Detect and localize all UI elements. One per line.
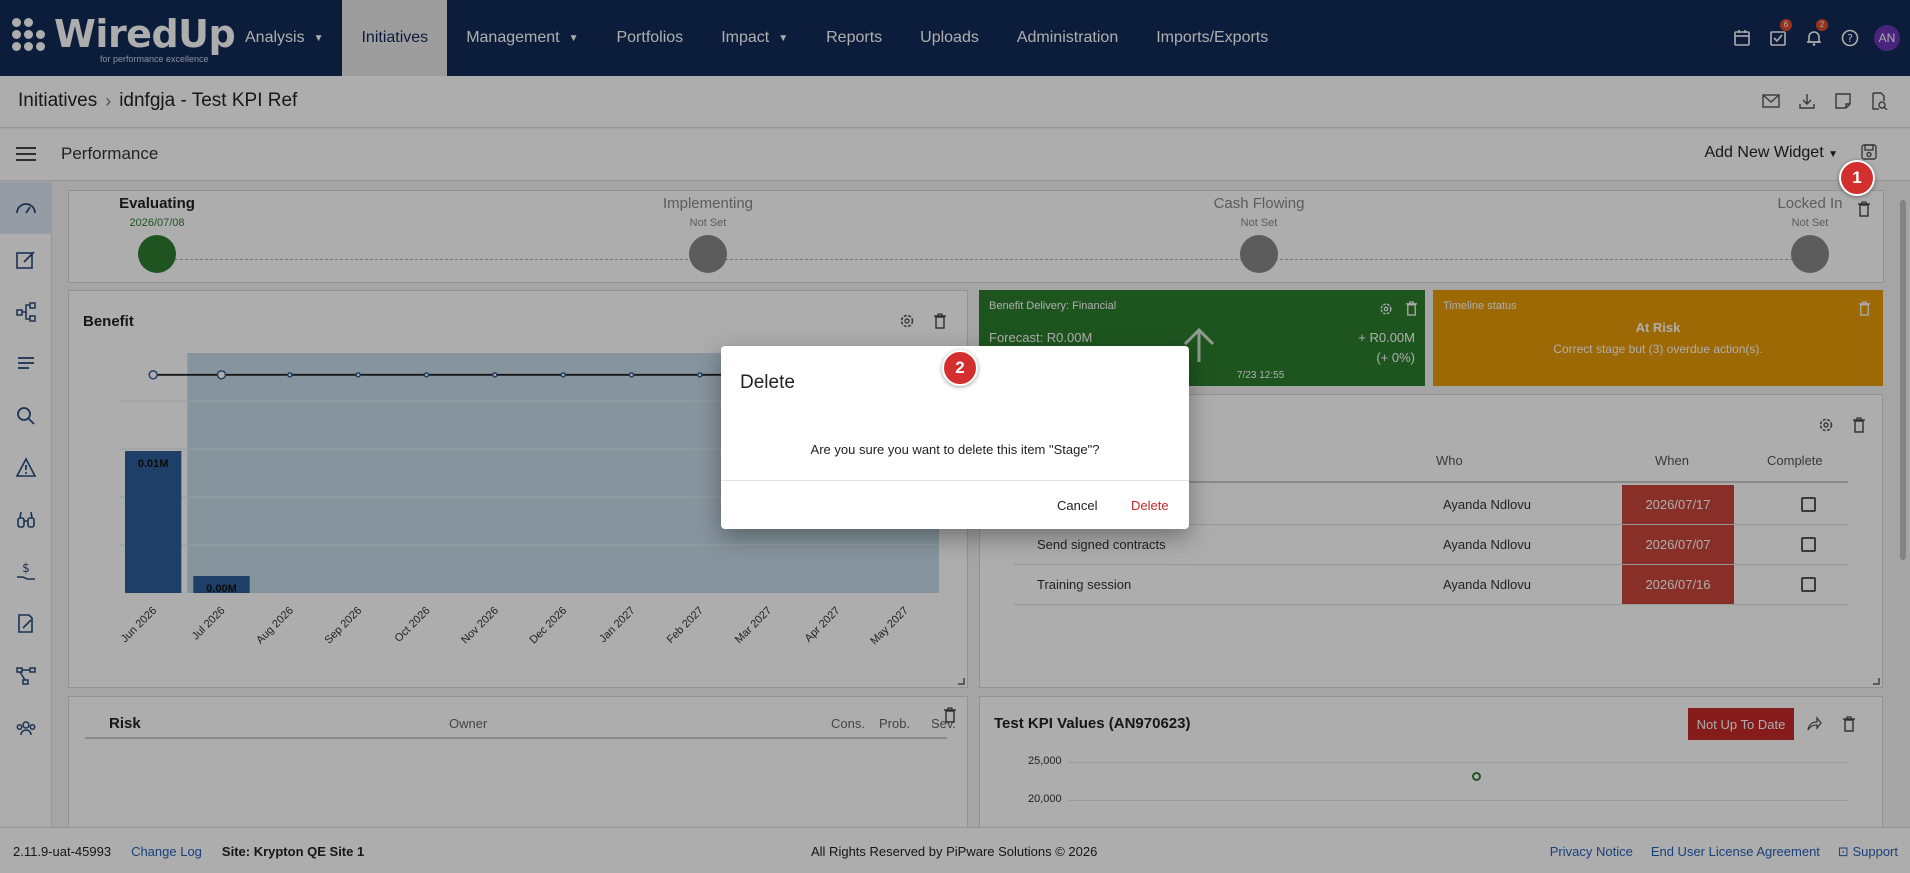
dialog-message: Are you sure you want to delete this ite… <box>810 442 1100 457</box>
step-marker-1: 1 <box>1839 160 1875 196</box>
step-marker-2: 2 <box>942 350 978 386</box>
dialog-title: Delete <box>740 372 795 393</box>
delete-button[interactable]: Delete <box>1131 498 1169 513</box>
cancel-button[interactable]: Cancel <box>1057 498 1097 513</box>
dialog-divider <box>721 480 1189 481</box>
